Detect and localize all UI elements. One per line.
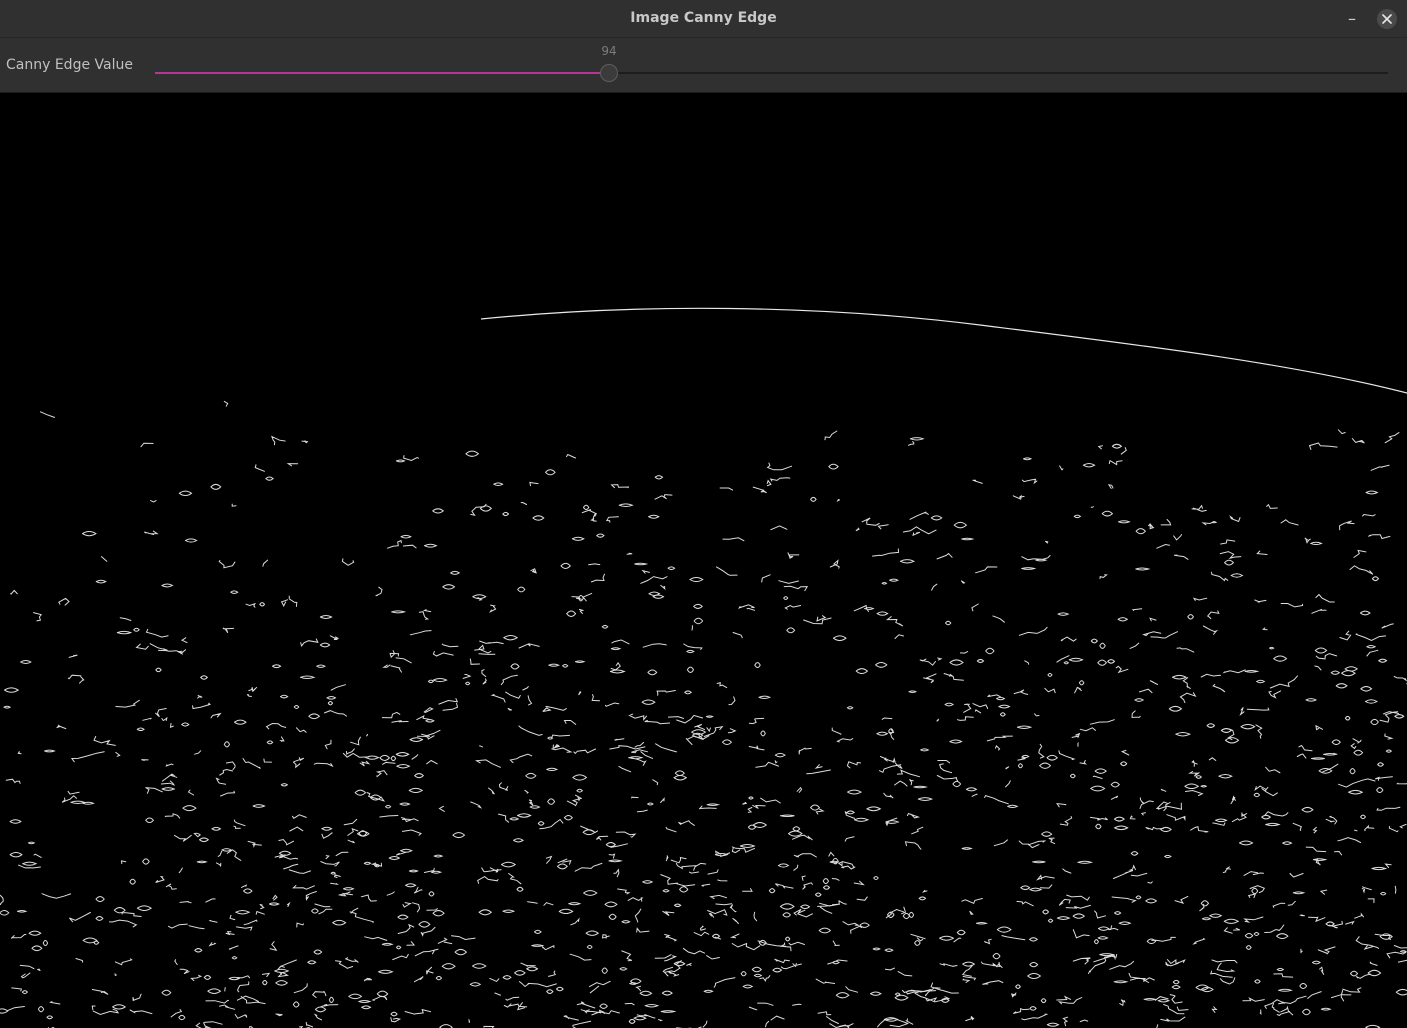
close-button[interactable] <box>1377 9 1397 29</box>
edge-noise <box>0 400 1407 1028</box>
slider-fill <box>155 72 609 74</box>
minimize-icon: – <box>1348 9 1356 28</box>
close-icon <box>1382 14 1392 24</box>
title-bar[interactable]: Image Canny Edge – <box>0 0 1407 38</box>
canny-edge-slider[interactable]: 94 <box>155 38 1388 93</box>
slider-handle[interactable] <box>600 64 618 82</box>
slider-label: Canny Edge Value <box>6 57 133 73</box>
minimize-button[interactable]: – <box>1341 8 1363 30</box>
edge-image <box>0 307 1407 1028</box>
slider-value: 94 <box>601 44 617 58</box>
image-canvas <box>0 93 1407 1028</box>
window-title: Image Canny Edge <box>630 10 777 26</box>
edge-fragments <box>0 400 1407 1028</box>
app-window: Image Canny Edge – Canny Edge Value 94 <box>0 0 1407 1028</box>
trackbar-panel: Canny Edge Value 94 <box>0 38 1407 93</box>
horizon-edge <box>480 307 1407 394</box>
